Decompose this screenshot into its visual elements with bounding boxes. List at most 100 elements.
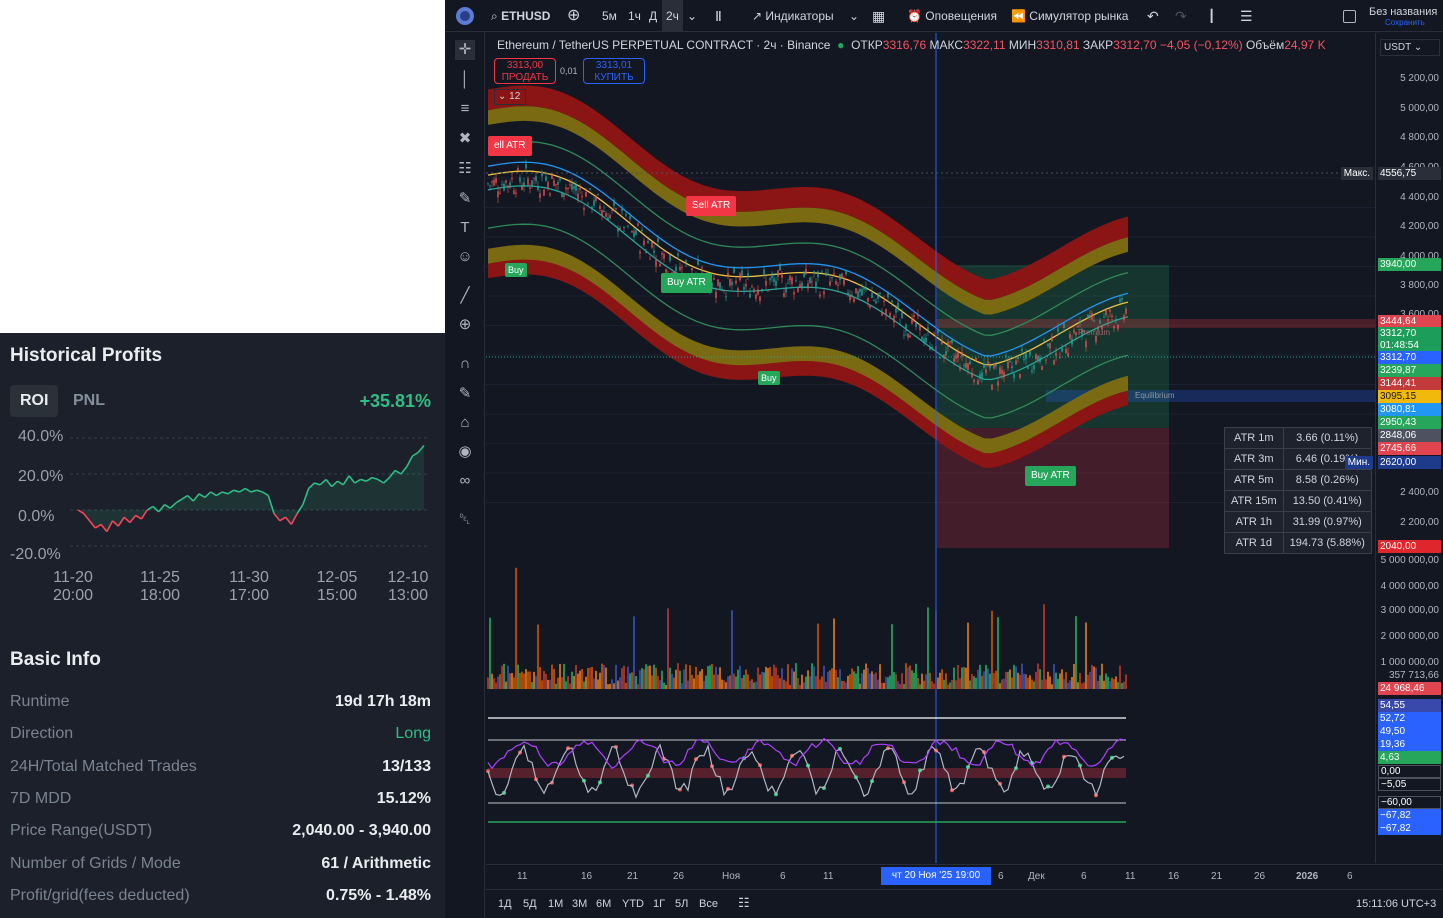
replay-button[interactable]: ⏪ Симулятор рынка (1011, 0, 1128, 32)
volume-bar (1039, 669, 1041, 689)
trendline-icon[interactable]: │ (455, 70, 475, 90)
candle-body (997, 381, 999, 386)
roi-value: +35.81% (359, 391, 431, 411)
magnet-icon[interactable]: ∩ (455, 354, 475, 374)
range-ytd[interactable]: YTD (622, 898, 644, 910)
range-3m[interactable]: 3М (572, 898, 587, 910)
volume-bar (629, 673, 631, 689)
volume-bar (683, 669, 685, 689)
crosshair-icon[interactable]: ✛ (455, 40, 475, 60)
volume-bar (827, 671, 829, 689)
ruler-icon[interactable]: ╱ (455, 286, 475, 306)
zoom-icon[interactable]: ⊕ (455, 315, 475, 335)
range-5d[interactable]: 5Д (523, 898, 537, 910)
range-6m[interactable]: 6М (596, 898, 611, 910)
emoji-icon[interactable]: ☺ (455, 247, 475, 267)
crosshair-date-label: чт 20 Ноя '25 19:00 (881, 867, 991, 885)
timeframe-2h[interactable]: 2ч (662, 0, 683, 32)
volume-bar (597, 679, 599, 689)
volume-bar (653, 664, 655, 689)
lock-icon[interactable]: ⌂ (455, 413, 475, 433)
symbol-title[interactable]: Ethereum / TetherUS PERPETUAL CONTRACT ·… (497, 38, 830, 52)
range-5y[interactable]: 5Л (675, 898, 688, 910)
compare-add-icon[interactable]: ⊕ (567, 0, 580, 32)
buy-button[interactable]: 3313,01 КУПИТЬ (583, 58, 645, 84)
currency-select[interactable]: USDT ⌄ (1380, 39, 1440, 56)
candle-body (789, 275, 791, 281)
candle-body (783, 293, 785, 297)
app-logo-icon[interactable] (455, 0, 475, 32)
link-icon[interactable]: ∞ (455, 471, 475, 491)
indicators-button[interactable]: ↗ Индикаторы (752, 0, 834, 32)
y-tick-label: 40.0% (18, 428, 64, 445)
timeframe-5m[interactable]: 5м (602, 0, 617, 32)
volume-bar (1119, 665, 1121, 689)
save-label[interactable]: Сохранить (1385, 18, 1425, 27)
candle-body (1031, 370, 1033, 372)
prediction-icon[interactable]: ☷ (455, 159, 475, 179)
volume-bar (731, 610, 733, 689)
candle-style-icon[interactable]: Ⅱ (715, 0, 722, 32)
info-row-trades: 24H/Total Matched Trades 13/133 (10, 758, 431, 775)
menu-icon[interactable]: ☰ (1240, 0, 1253, 32)
candle-body (989, 364, 991, 369)
fib-icon[interactable]: ≡ (455, 99, 475, 119)
drawing-sync-icon[interactable]: ┃ (1208, 0, 1215, 32)
eye-icon[interactable]: ◉ (455, 442, 475, 462)
volume-bar (897, 681, 899, 689)
volume-bar (703, 680, 705, 689)
lock-drawing-icon[interactable]: ✎ (455, 384, 475, 404)
tab-pnl[interactable]: PNL (63, 385, 115, 417)
volume-bar (555, 683, 557, 689)
timeframe-day[interactable]: Д (649, 0, 657, 32)
timeframe-1h[interactable]: 1ч (628, 0, 641, 32)
trash-icon[interactable]: ␡ (455, 510, 475, 530)
volume-bar (545, 673, 547, 689)
candle-body (549, 193, 551, 196)
symbol-search-button[interactable]: ⌕ ETHUSD (491, 0, 550, 32)
candle-body (545, 176, 547, 181)
undo-icon[interactable]: ↶ (1147, 0, 1159, 32)
volume-bar (943, 679, 945, 689)
time-axis[interactable]: чт 20 Ноя '25 19:00 11 16 21 26 Ноя 6 11 6 Дек 6 1… (486, 864, 1443, 889)
price-axis[interactable]: USDT ⌄ 5 200,005 000,004 800,004 600,004… (1340, 33, 1443, 863)
redo-icon[interactable]: ↷ (1175, 0, 1187, 32)
pattern-icon[interactable]: ✖ (455, 129, 475, 149)
symbol-header: Ethereum / TetherUS PERPETUAL CONTRACT ·… (497, 38, 1326, 52)
candle-body (593, 200, 595, 206)
candle-body (993, 363, 995, 369)
candle-body (561, 192, 563, 198)
candle-body (1093, 320, 1095, 322)
volume-bar (645, 664, 647, 689)
range-1m[interactable]: 1М (548, 898, 563, 910)
templates-icon[interactable]: ▦ (872, 0, 885, 32)
brush-icon[interactable]: ✎ (455, 189, 475, 209)
range-1y[interactable]: 1Г (653, 898, 665, 910)
date-range-icon[interactable]: ☷ (738, 895, 750, 911)
candle-body (1123, 315, 1125, 321)
layout-name[interactable]: Без названия (1369, 6, 1437, 18)
volume-bar (735, 676, 737, 689)
chevron-down-icon[interactable]: ⌄ (687, 0, 697, 32)
zone-label-premium: Premium (1078, 328, 1111, 337)
volume-bar (677, 663, 679, 689)
candle-body (525, 163, 527, 169)
candle-body (643, 240, 645, 246)
candle-body (543, 189, 545, 196)
indicators-collapse-button[interactable]: ⌄ 12 (494, 89, 526, 105)
candle-body (633, 231, 635, 237)
alerts-button[interactable]: ⏰ Оповещения (907, 0, 997, 32)
candle-body (1113, 326, 1115, 329)
candle-body (951, 339, 953, 344)
range-all[interactable]: Все (699, 898, 718, 910)
clock-readout[interactable]: 15:11:06 UTC+3 (1356, 898, 1436, 910)
tab-roi[interactable]: ROI (10, 385, 59, 417)
volume-bar (1067, 682, 1069, 689)
checkbox-icon[interactable] (1343, 0, 1356, 32)
sell-button[interactable]: 3313,00 ПРОДАТЬ (494, 58, 556, 84)
candle-body (1003, 372, 1005, 378)
chevron-down-icon[interactable]: ⌄ (849, 0, 859, 32)
candle-body (899, 324, 901, 326)
text-icon[interactable]: T (455, 218, 475, 238)
range-1d[interactable]: 1Д (498, 898, 512, 910)
